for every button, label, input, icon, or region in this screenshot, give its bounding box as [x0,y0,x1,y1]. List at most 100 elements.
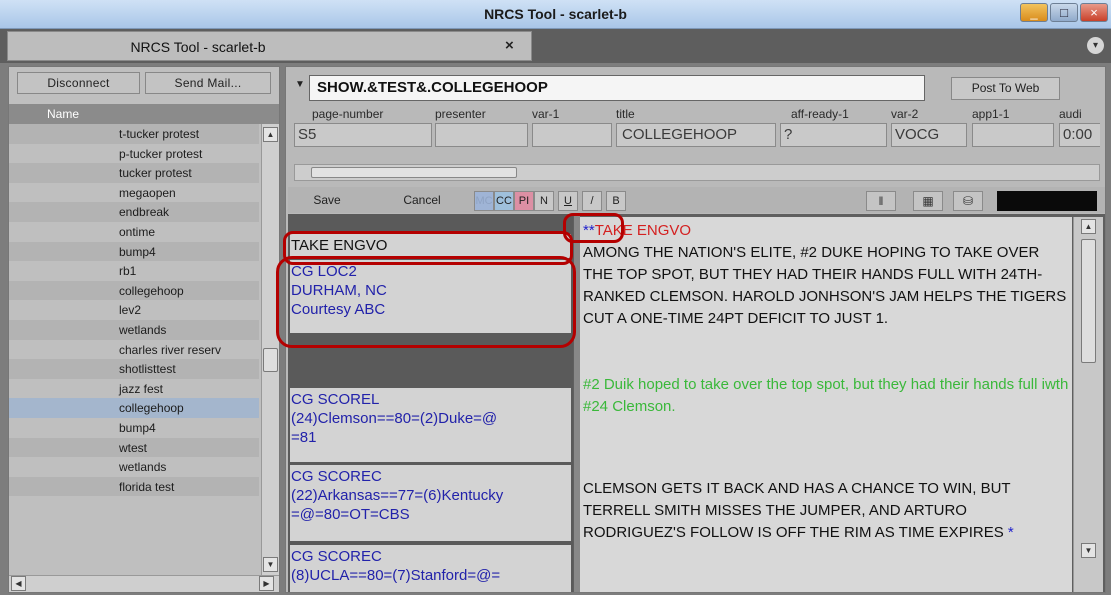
list-item[interactable]: p-tucker protest [9,144,259,164]
script-take-line: TAKE ENGVO [594,222,692,239]
scroll-up-icon[interactable]: ▲ [263,127,278,142]
scroll-left-icon[interactable]: ◀ [11,576,26,591]
scroll-down-icon[interactable]: ▼ [263,557,278,572]
field-var-1[interactable]: var-1 [532,107,612,147]
field-aff-ready-1[interactable]: aff-ready-1 ? [780,107,887,147]
tab-close-icon[interactable]: × [505,37,514,54]
post-to-web-button[interactable]: Post To Web [951,77,1060,100]
script-text-area[interactable]: **TAKE ENGVO AMONG THE NATION'S ELITE, #… [580,217,1072,592]
name-column-header[interactable]: Name [9,104,279,124]
scroll-right-icon[interactable]: ▶ [259,576,274,591]
list-item[interactable]: lev2 [9,300,259,320]
close-window-button[interactable]: × [1080,3,1108,22]
list-vertical-scrollbar[interactable]: ▲ ▼ [261,124,279,575]
field-presenter[interactable]: presenter [435,107,528,147]
production-cue-cell[interactable]: TAKE ENGVO [290,234,571,258]
format-underline-button[interactable]: U [558,191,578,211]
window-title: NRCS Tool - scarlet-b [484,6,627,22]
scroll-up-icon[interactable]: ▲ [1081,219,1096,234]
tab-label: NRCS Tool - scarlet-b [130,39,266,55]
list-item[interactable]: charles river reserv [9,340,259,360]
list-item[interactable]: bump4 [9,241,259,262]
production-cue-cell[interactable]: CG SCOREC (8)UCLA==80=(7)Stanford=@= [290,545,571,592]
fields-horizontal-scrollbar[interactable] [294,164,1100,181]
field-value[interactable]: S5 [294,123,432,147]
script-paragraph: AMONG THE NATION'S ELITE, #2 DUKE HOPING… [583,244,1067,327]
production-cue-cell[interactable]: CG SCOREC (22)Arkansas==77=(6)Kentucky =… [290,465,571,541]
format-pi-button[interactable]: PI [514,191,534,211]
story-slug-field[interactable]: SHOW.&TEST&.COLLEGEHOOP [309,75,925,101]
save-button[interactable]: Save [296,191,358,211]
list-item[interactable]: collegehoop [9,280,259,301]
list-item[interactable]: wtest [9,437,259,458]
maximize-button[interactable]: □ [1050,3,1078,22]
list-item[interactable]: rb1 [9,261,259,281]
list-horizontal-scrollbar[interactable]: ◀ ▶ [9,575,279,592]
story-list: t-tucker protest p-tucker protest tucker… [9,124,259,575]
field-label: aff-ready-1 [791,107,849,121]
script-vertical-scrollbar[interactable]: ▲ ▼ [1073,217,1103,592]
list-item[interactable]: wetlands [9,457,259,477]
story-editor-panel: ▼ SHOW.&TEST&.COLLEGEHOOP Post To Web pa… [285,66,1106,593]
list-item[interactable]: jazz fest [9,379,259,399]
field-app1-1[interactable]: app1-1 [972,107,1054,147]
status-indicator [997,191,1097,211]
field-value[interactable]: VOCG [891,123,967,147]
field-label: app1-1 [972,107,1010,121]
production-cue-cell[interactable]: CG SCOREL (24)Clemson==80=(2)Duke=@ =81 [290,388,571,462]
format-cc-button[interactable]: CC [494,191,514,211]
field-value[interactable]: ? [780,123,887,147]
field-value[interactable] [435,123,528,147]
field-audio[interactable]: audi 0:00 [1059,107,1100,147]
field-label: title [616,107,635,121]
field-label: var-1 [532,107,560,121]
cue-text: Courtesy ABC [291,301,386,318]
field-value[interactable]: 0:00 [1059,123,1100,147]
tab-menu-icon[interactable]: ▾ [1087,37,1104,54]
tab-nrcs-tool[interactable]: NRCS Tool - scarlet-b × [7,31,532,61]
collapse-triangle-icon[interactable]: ▼ [295,79,305,90]
cue-text: (22)Arkansas==77=(6)Kentucky [291,487,504,504]
field-title[interactable]: title COLLEGEHOOP [616,107,776,147]
field-value[interactable] [972,123,1054,147]
send-mail-button[interactable]: Send Mail... [145,72,271,94]
list-item-selected[interactable]: collegehoop [9,398,259,418]
fields-scroll-thumb[interactable] [311,167,517,178]
form-fields: page-number S5 presenter var-1 title COL… [294,107,1100,165]
list-item[interactable]: wetlands [9,319,259,340]
cue-text: (24)Clemson==80=(2)Duke=@ [291,410,498,427]
minimize-button[interactable]: _ [1020,3,1048,22]
story-body-area: TAKE ENGVO CG LOC2 DURHAM, NC Courtesy A… [288,214,1105,592]
format-bold-button[interactable]: B [606,191,626,211]
cue-text: =81 [291,429,317,446]
list-item[interactable]: ontime [9,222,259,242]
field-value[interactable] [532,123,612,147]
format-mc-button[interactable]: MC [474,191,494,211]
field-label: var-2 [891,107,919,121]
list-item[interactable]: t-tucker protest [9,124,259,144]
format-italic-button[interactable]: / [582,191,602,211]
scroll-thumb[interactable] [263,348,278,372]
list-item[interactable]: florida test [9,476,259,497]
production-cue-cell[interactable]: CG LOC2 DURHAM, NC Courtesy ABC [290,260,571,333]
cue-text: =@=80=OT=CBS [291,506,410,523]
format-n-button[interactable]: N [534,191,554,211]
cue-text: CG SCOREC [291,548,382,565]
field-var-2[interactable]: var-2 VOCG [891,107,967,147]
script-paragraph: CLEMSON GETS IT BACK AND HAS A CHANCE TO… [583,480,1011,541]
field-value[interactable]: COLLEGEHOOP [616,123,776,147]
list-item[interactable]: bump4 [9,418,259,438]
keyboard-icon[interactable]: ▦ [913,191,943,211]
scroll-thumb[interactable] [1081,239,1096,363]
list-item[interactable]: tucker protest [9,163,259,183]
cancel-button[interactable]: Cancel [386,191,458,211]
list-item[interactable]: megaopen [9,183,259,203]
printer-icon[interactable]: ⛁ [953,191,983,211]
split-view-icon[interactable]: ǁ [866,191,896,211]
list-item[interactable]: shotlisttest [9,359,259,379]
field-page-number[interactable]: page-number S5 [294,107,432,147]
disconnect-button[interactable]: Disconnect [17,72,140,94]
list-item[interactable]: endbreak [9,202,259,222]
scroll-down-icon[interactable]: ▼ [1081,543,1096,558]
script-marker: ** [583,222,595,239]
